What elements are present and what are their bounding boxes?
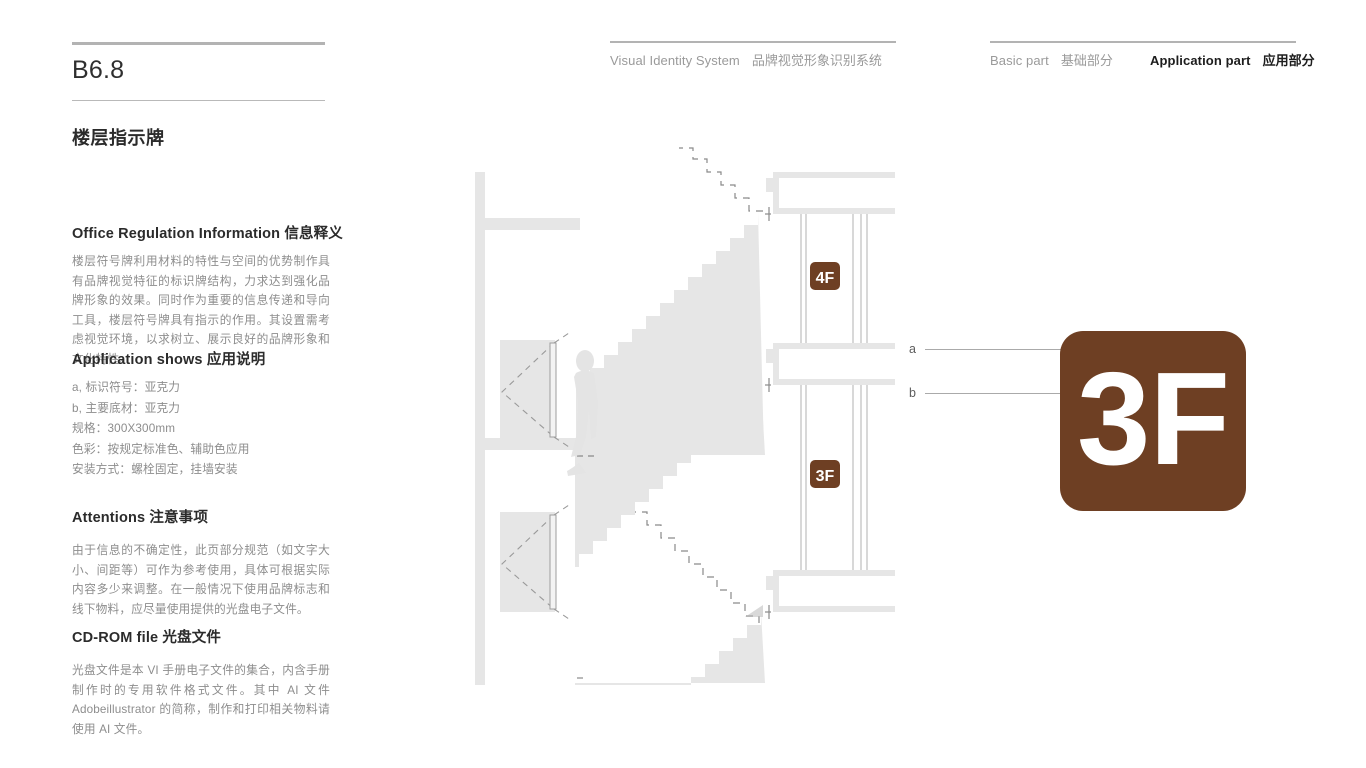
block-cdrom-file: CD-ROM file 光盘文件 光盘文件是本 VI 手册电子文件的集合，内含手… bbox=[72, 626, 330, 739]
application-heading-en: Application shows bbox=[72, 352, 203, 368]
header-visual-identity-system: Visual Identity System 品牌视觉形象识别系统 bbox=[610, 50, 882, 69]
header-application-part[interactable]: Application part 应用部分 bbox=[1150, 50, 1315, 69]
page-code: B6.8 bbox=[72, 56, 125, 84]
svg-text:3F: 3F bbox=[816, 468, 835, 485]
callout-leader-line-a bbox=[925, 349, 1065, 350]
core-slab-bottom bbox=[773, 570, 895, 612]
vi-manual-page: B6.8 楼层指示牌 Visual Identity System 品牌视觉形象识… bbox=[0, 0, 1366, 768]
list-item: 安装方式：螺栓固定，挂墙安装 bbox=[72, 463, 238, 476]
cdrom-heading: CD-ROM file 光盘文件 bbox=[72, 626, 330, 647]
office-heading-cn: 信息释义 bbox=[284, 226, 343, 242]
door-lower bbox=[499, 502, 573, 622]
callout-label-a: a bbox=[909, 342, 916, 356]
header-basic-en: Basic part bbox=[990, 53, 1049, 68]
core-slab-mid bbox=[773, 343, 895, 385]
application-spec-list: a, 标识符号：亚克力 b, 主要底材：亚克力 规格：300X300mm 色彩：… bbox=[72, 378, 330, 481]
floor-sign-large-label: 3F bbox=[1076, 345, 1230, 492]
header-basic-part[interactable]: Basic part 基础部分 bbox=[990, 50, 1113, 69]
floor-slab-left-upper bbox=[485, 218, 580, 230]
floor-sign-3f: 3F bbox=[810, 460, 840, 488]
office-heading: Office Regulation Information 信息释义 bbox=[72, 222, 343, 243]
office-heading-en: Office Regulation Information bbox=[72, 226, 281, 242]
cdrom-heading-cn: 光盘文件 bbox=[162, 630, 222, 646]
callout-leader-line-b bbox=[925, 393, 1065, 394]
header-rule-middle bbox=[610, 41, 896, 43]
attentions-body: 由于信息的不确定性，此页部分规范（如文字大小、间距等）可作为参考使用，具体可根据… bbox=[72, 544, 330, 616]
cdrom-heading-en: CD-ROM file bbox=[72, 630, 159, 646]
floor-sign-4f: 4F bbox=[810, 262, 840, 290]
list-item: 规格：300X300mm bbox=[72, 422, 176, 435]
page-title: 楼层指示牌 bbox=[72, 128, 165, 148]
door-upper bbox=[499, 330, 573, 450]
application-heading-cn: 应用说明 bbox=[206, 352, 266, 368]
header-rule-right bbox=[990, 41, 1296, 43]
floor-sign-large-3f: 3F bbox=[1060, 331, 1246, 511]
page-code-underline bbox=[72, 100, 325, 101]
application-heading: Application shows 应用说明 bbox=[72, 348, 330, 369]
block-application-shows: Application shows 应用说明 a, 标识符号：亚克力 b, 主要… bbox=[72, 348, 330, 481]
stairwell-illustration: 4F 3F bbox=[455, 115, 895, 685]
header-vis-en: Visual Identity System bbox=[610, 53, 740, 68]
header-vis-cn: 品牌视觉形象识别系统 bbox=[751, 53, 882, 68]
header-basic-cn: 基础部分 bbox=[1060, 53, 1113, 68]
header-rule-left bbox=[72, 42, 325, 45]
callout-label-b: b bbox=[909, 386, 916, 400]
block-office-regulation-information: Office Regulation Information 信息释义 楼层符号牌… bbox=[72, 222, 343, 369]
attentions-heading-cn: 注意事项 bbox=[149, 510, 208, 526]
list-item: a, 标识符号：亚克力 bbox=[72, 381, 181, 394]
cdrom-body: 光盘文件是本 VI 手册电子文件的集合，内含手册制作时的专用软件格式文件。其中 … bbox=[72, 664, 330, 736]
core-slab-top bbox=[773, 172, 895, 214]
list-item: 色彩：按规定标准色、辅助色应用 bbox=[72, 442, 250, 456]
block-attentions: Attentions 注意事项 由于信息的不确定性，此页部分规范（如文字大小、间… bbox=[72, 506, 330, 619]
attentions-heading-en: Attentions bbox=[72, 510, 146, 526]
header-app-cn: 应用部分 bbox=[1262, 53, 1315, 68]
list-item: b, 主要底材：亚克力 bbox=[72, 401, 181, 415]
stair-dashed-upper bbox=[679, 147, 763, 212]
left-wall bbox=[475, 172, 485, 685]
header-app-en: Application part bbox=[1150, 53, 1251, 68]
attentions-heading: Attentions 注意事项 bbox=[72, 506, 330, 527]
svg-text:4F: 4F bbox=[816, 270, 835, 287]
